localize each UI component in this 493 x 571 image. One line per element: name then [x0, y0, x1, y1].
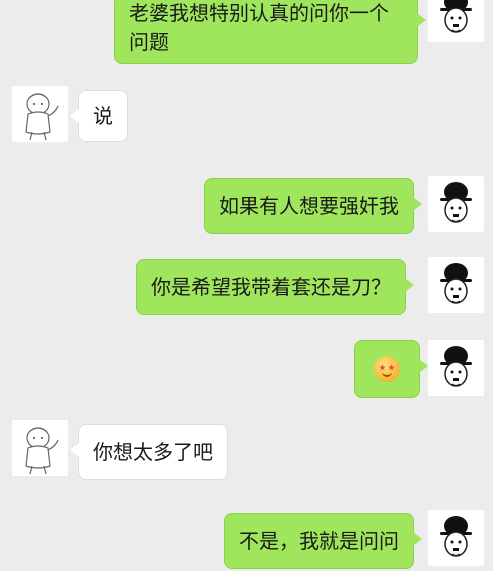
sketch-character-avatar[interactable] [12, 86, 68, 142]
my-message-bubble[interactable]: 如果有人想要强奸我 [204, 178, 422, 234]
message-text: 如果有人想要强奸我 [219, 194, 399, 218]
chat-area[interactable]: 老婆我想特别认真的问你一个问题 说 如果有人想要强奸我 你是希望我带着套还是刀？… [0, 0, 493, 571]
chaplin-icon [440, 346, 472, 387]
message-text: 不是，我就是问问 [239, 529, 399, 553]
other-message-bubble[interactable]: 你想太多了吧 [70, 424, 228, 480]
chaplin-avatar[interactable] [428, 0, 484, 42]
chaplin-avatar[interactable] [428, 176, 484, 232]
other-message-bubble[interactable]: 说 [70, 90, 128, 142]
message-text: 说 [93, 104, 113, 128]
chaplin-avatar[interactable] [428, 340, 484, 396]
message-text: 老婆我想特别认真的问你一个问题 [129, 1, 389, 54]
my-message-bubble[interactable] [354, 340, 428, 398]
chaplin-avatar[interactable] [428, 510, 484, 566]
chaplin-icon [440, 516, 472, 557]
message-text: 你想太多了吧 [93, 440, 213, 464]
chaplin-icon [440, 263, 472, 304]
chaplin-icon [440, 182, 472, 223]
star-struck-emoji-icon [374, 356, 400, 382]
my-message-bubble[interactable]: 不是，我就是问问 [224, 513, 422, 569]
sketch-character-icon [25, 427, 59, 475]
my-message-bubble[interactable]: 老婆我想特别认真的问你一个问题 [114, 0, 426, 64]
message-text: 你是希望我带着套还是刀？ [151, 275, 391, 299]
sketch-character-icon [25, 93, 59, 141]
sketch-character-avatar[interactable] [12, 420, 68, 476]
my-message-bubble[interactable]: 你是希望我带着套还是刀？ [136, 259, 414, 315]
chaplin-icon [440, 0, 472, 33]
chaplin-avatar[interactable] [428, 257, 484, 313]
